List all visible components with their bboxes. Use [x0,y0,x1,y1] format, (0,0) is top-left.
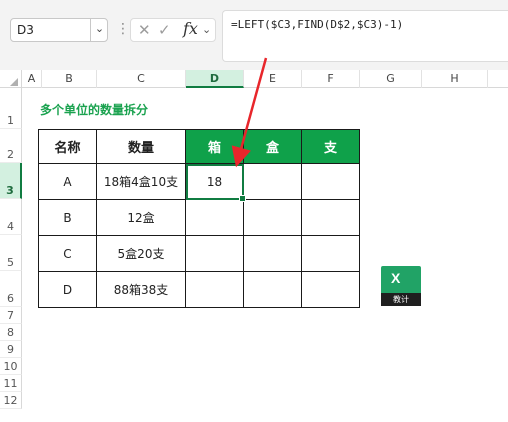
annotation-arrow [231,57,268,168]
